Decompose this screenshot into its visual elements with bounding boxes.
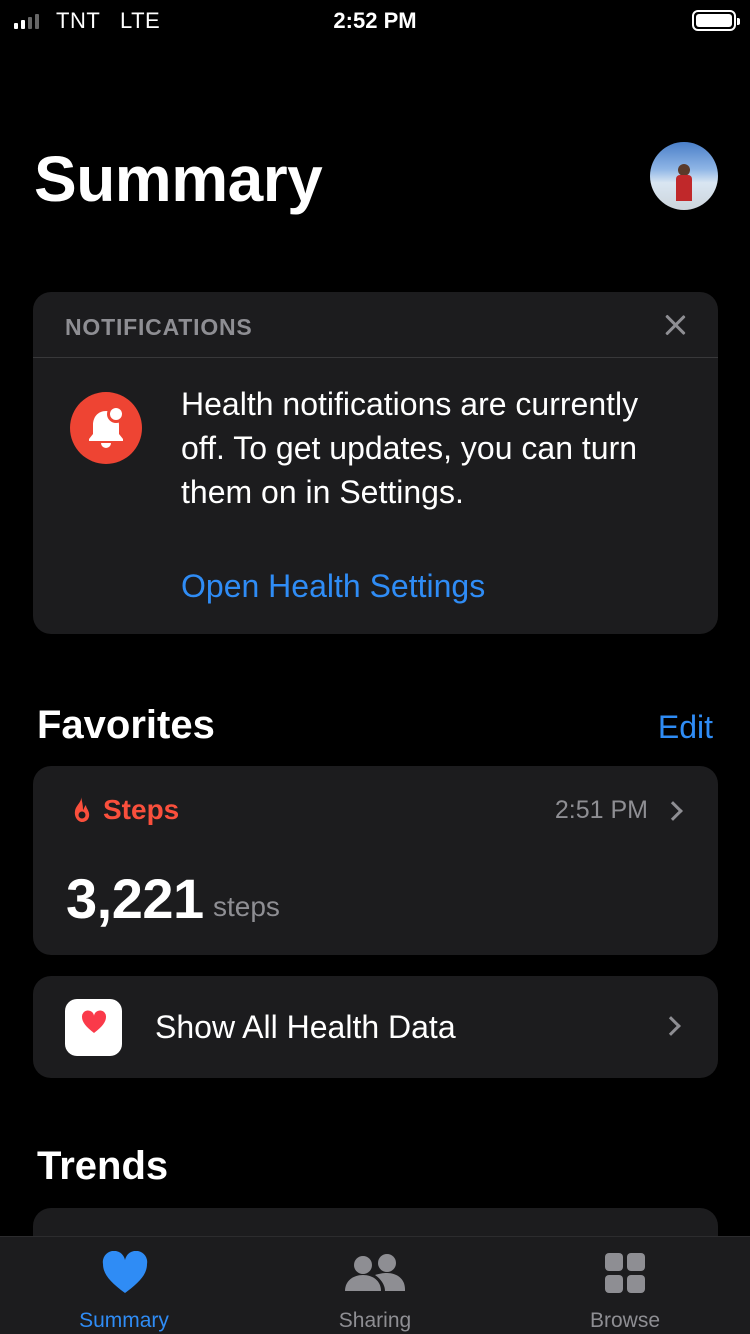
notifications-card: NOTIFICATIONS Health notifications are c… <box>33 292 718 634</box>
status-bar: TNT LTE 2:52 PM <box>0 0 750 40</box>
steps-value: 3,221 <box>66 867 204 930</box>
trends-title: Trends <box>37 1144 169 1188</box>
tab-browse-label: Browse <box>589 1309 661 1332</box>
steps-unit: steps <box>213 891 280 922</box>
tab-sharing[interactable]: Sharing <box>250 1237 500 1334</box>
steps-card[interactable]: Steps 2:51 PM 3,221 steps <box>33 766 718 955</box>
tab-summary[interactable]: Summary <box>0 1237 250 1334</box>
tab-sharing-label: Sharing <box>338 1309 412 1332</box>
notifications-message: Health notifications are currently off. … <box>181 386 639 510</box>
grid-icon <box>605 1253 645 1293</box>
edit-favorites-button[interactable]: Edit <box>658 709 713 746</box>
favorites-title: Favorites <box>37 703 215 747</box>
show-all-health-data-row[interactable]: Show All Health Data <box>33 976 718 1078</box>
status-time: 2:52 PM <box>333 8 417 33</box>
page-title: Summary <box>34 143 323 215</box>
tab-bar: Summary Sharing Browse <box>0 1236 750 1334</box>
close-icon[interactable] <box>662 312 688 338</box>
steps-label: Steps <box>103 794 180 825</box>
steps-time: 2:51 PM <box>554 796 648 824</box>
bell-notification-icon <box>70 392 142 464</box>
notifications-title: NOTIFICATIONS <box>65 314 253 340</box>
tab-browse[interactable]: Browse <box>500 1237 750 1334</box>
chevron-right-icon <box>661 1016 681 1036</box>
notifications-header: NOTIFICATIONS <box>33 292 718 358</box>
open-health-settings-link[interactable]: Open Health Settings <box>181 568 485 605</box>
chevron-right-icon <box>663 801 683 821</box>
profile-avatar[interactable] <box>650 142 718 210</box>
people-icon <box>345 1254 405 1291</box>
heart-icon <box>102 1251 148 1293</box>
health-app-icon <box>65 999 122 1056</box>
flame-icon <box>74 797 90 822</box>
show-all-health-data-label: Show All Health Data <box>155 1009 456 1045</box>
battery-icon <box>692 10 740 31</box>
tab-summary-label: Summary <box>79 1309 169 1332</box>
